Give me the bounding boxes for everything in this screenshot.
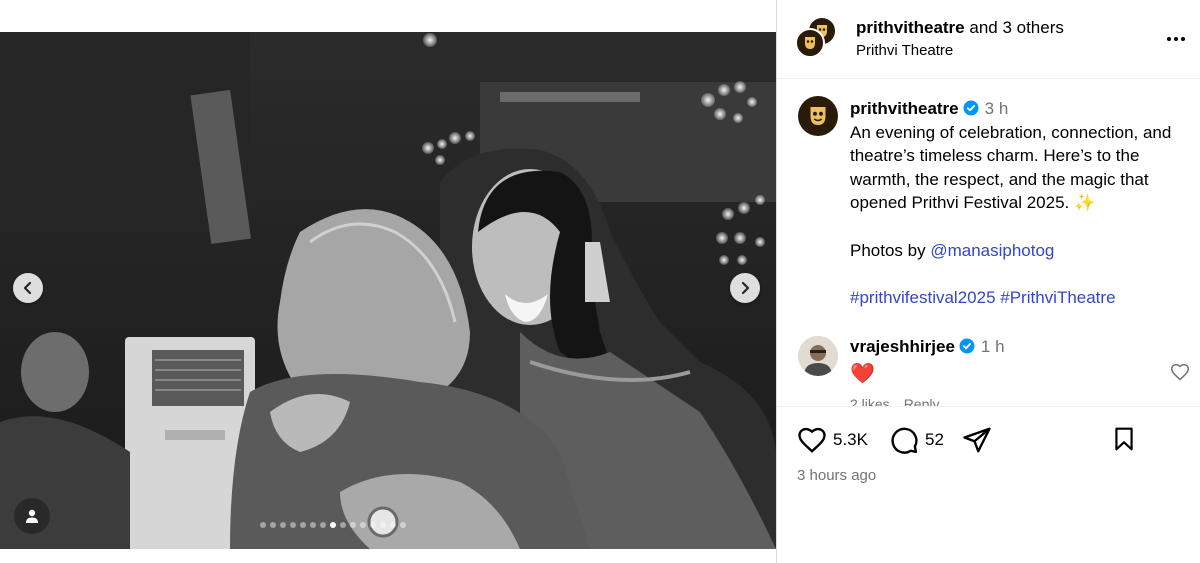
caption-text: An evening of celebration, connection, a…: [850, 122, 1172, 213]
post-caption: prithvitheatre 3 h An evening of celebrat…: [850, 97, 1195, 310]
caption-time[interactable]: 3 h: [985, 99, 1009, 118]
comment-likes[interactable]: 2 likes: [850, 396, 890, 406]
photo-credit-prefix: Photos by: [850, 240, 931, 260]
like-comment-button[interactable]: [1170, 362, 1192, 384]
heart-outline-icon: [798, 427, 826, 453]
commenter-username[interactable]: vrajeshhirjee: [850, 337, 955, 356]
comments-count[interactable]: 52: [925, 430, 944, 450]
caption-avatar[interactable]: [798, 96, 838, 136]
likes-count[interactable]: 5.3K: [833, 430, 868, 450]
post-author[interactable]: prithvitheatre and 3 others: [856, 18, 1064, 38]
carousel-dot: [280, 522, 286, 528]
more-dots-icon: [1167, 37, 1171, 41]
commenter-avatar[interactable]: [798, 336, 838, 376]
avatar: [795, 28, 825, 58]
carousel-dot: [380, 522, 386, 528]
photographer-link[interactable]: @manasiphotog: [930, 241, 1054, 260]
comments-list[interactable]: prithvitheatre 3 h An evening of celebrat…: [777, 80, 1200, 406]
carousel-dot: [360, 522, 366, 528]
carousel-dot: [340, 522, 346, 528]
post-location[interactable]: Prithvi Theatre: [856, 42, 953, 59]
comment-button[interactable]: 52: [889, 425, 944, 455]
post-media[interactable]: [0, 32, 776, 549]
verified-badge-icon: [963, 100, 979, 116]
comment-text: ❤️: [850, 363, 875, 385]
comment-meta: 2 likes Reply: [850, 396, 953, 406]
carousel-dot: [310, 522, 316, 528]
verified-badge-icon: [959, 338, 975, 354]
comment-header: vrajeshhirjee 1 h: [850, 337, 1005, 357]
more-dots-icon: [1174, 37, 1178, 41]
comment-time[interactable]: 1 h: [981, 337, 1005, 356]
carousel-dot: [370, 522, 376, 528]
save-button[interactable]: [1111, 425, 1137, 453]
theatre-mask-icon: [810, 107, 826, 125]
collab-avatars[interactable]: [795, 16, 841, 62]
post-viewer: prithvitheatre and 3 others Prithvi Thea…: [0, 0, 1200, 563]
carousel-dot: [390, 522, 396, 528]
more-dots-icon: [1181, 37, 1185, 41]
like-button[interactable]: 5.3K: [797, 425, 868, 455]
carousel-dot: [270, 522, 276, 528]
caption-username[interactable]: prithvitheatre: [850, 99, 959, 118]
collab-text[interactable]: and 3 others: [965, 18, 1064, 37]
next-photo-button[interactable]: [730, 273, 760, 303]
user-icon: [26, 509, 38, 523]
carousel-dot: [350, 522, 356, 528]
post-actions: 5.3K 52 3 hours ago: [777, 406, 1200, 563]
tagged-users-button[interactable]: [14, 498, 50, 534]
chevron-left-icon: [23, 281, 32, 295]
carousel-indicator: [260, 522, 406, 528]
previous-photo-button[interactable]: [13, 273, 43, 303]
chevron-right-icon: [741, 281, 750, 295]
more-options-button[interactable]: [1165, 28, 1187, 50]
carousel-dot: [330, 522, 336, 528]
theatre-mask-icon: [805, 37, 815, 49]
carousel-dot: [300, 522, 306, 528]
reply-button[interactable]: Reply: [904, 396, 940, 406]
avatar: [798, 336, 838, 376]
post-side-panel: prithvitheatre and 3 others Prithvi Thea…: [776, 0, 1200, 563]
collab-suffix[interactable]: and 3 others: [965, 18, 1064, 37]
post-timestamp[interactable]: 3 hours ago: [797, 467, 876, 484]
hashtags[interactable]: #prithvifestival2025 #PrithviTheatre: [850, 288, 1116, 307]
carousel-dot: [400, 522, 406, 528]
share-button[interactable]: [962, 425, 992, 455]
carousel-dot: [290, 522, 296, 528]
paper-plane-icon: [963, 427, 991, 453]
bookmark-icon: [1115, 427, 1133, 451]
post-photo: [0, 32, 776, 549]
author-username[interactable]: prithvitheatre: [856, 18, 965, 37]
heart-outline-icon: [1170, 363, 1190, 381]
carousel-dot: [320, 522, 326, 528]
comment-bubble-icon: [891, 427, 918, 454]
carousel-dot: [260, 522, 266, 528]
post-header: prithvitheatre and 3 others Prithvi Thea…: [777, 0, 1200, 79]
